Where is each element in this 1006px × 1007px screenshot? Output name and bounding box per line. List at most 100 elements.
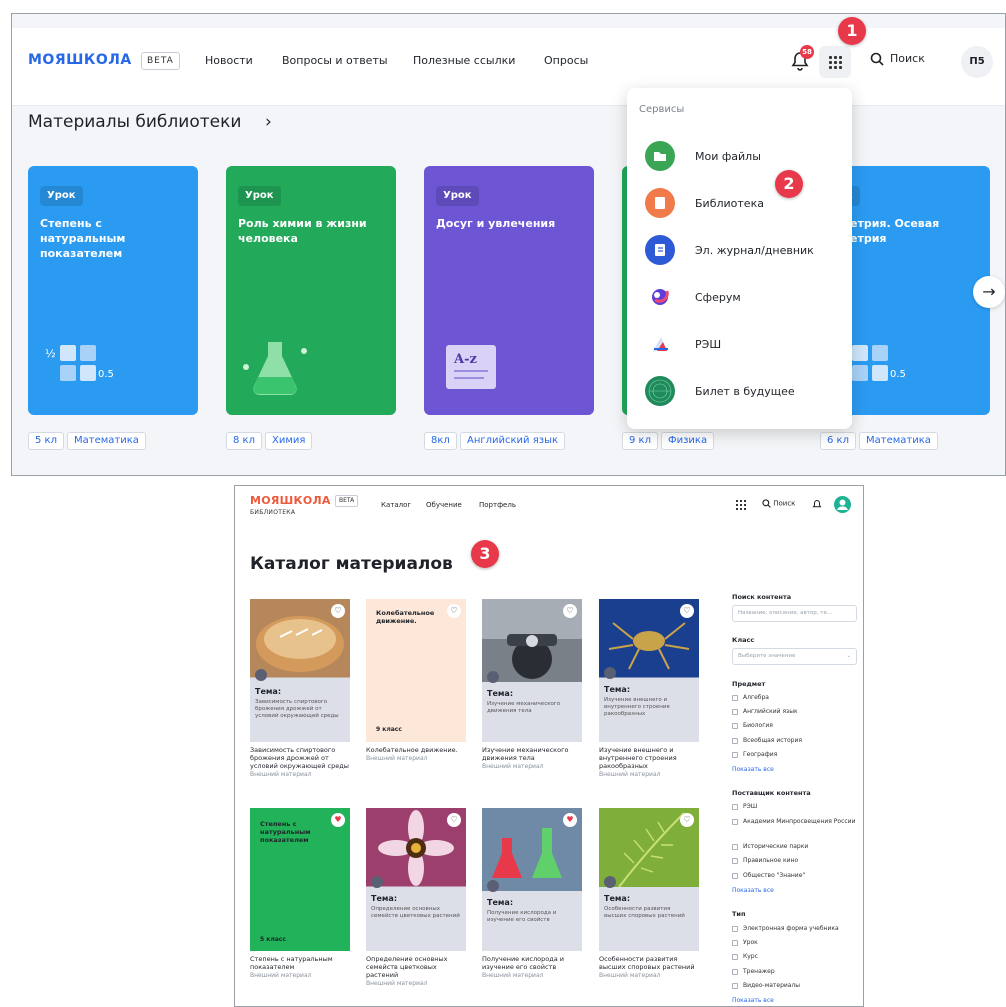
filter-option[interactable]: Алгебра xyxy=(732,694,769,701)
subject-chip[interactable]: Математика xyxy=(67,432,146,450)
bell-icon[interactable] xyxy=(812,499,822,510)
filter-option[interactable]: Тренажер xyxy=(732,968,775,975)
nav-faq[interactable]: Вопросы и ответы xyxy=(282,54,388,67)
services-grid-icon[interactable] xyxy=(736,500,746,510)
filter-option[interactable]: Всеобщая история xyxy=(732,737,802,744)
card-chemistry[interactable]: Урок Роль химии в жизни человека xyxy=(226,166,396,415)
checkbox[interactable] xyxy=(732,968,738,975)
subject-chip[interactable]: Физика xyxy=(661,432,715,450)
filter-option[interactable]: РЭШ xyxy=(732,803,757,810)
filter-option[interactable]: Английский язык xyxy=(732,708,798,715)
checkbox[interactable] xyxy=(732,953,738,960)
section-title[interactable]: Материалы библиотеки xyxy=(28,112,241,132)
grade-chip[interactable]: 8 кл xyxy=(226,432,262,450)
checkbox[interactable] xyxy=(732,737,738,744)
sferum-icon xyxy=(645,282,675,312)
services-grid-icon[interactable] xyxy=(819,46,851,78)
heart-icon[interactable]: ♡ xyxy=(563,604,577,618)
filter-option[interactable]: Правильное кино xyxy=(732,857,798,864)
subject-chip[interactable]: Химия xyxy=(265,432,313,450)
checkbox[interactable] xyxy=(732,722,738,729)
checkbox[interactable] xyxy=(732,857,738,864)
checkbox[interactable] xyxy=(732,694,738,701)
service-label: РЭШ xyxy=(695,338,722,351)
checkbox[interactable] xyxy=(732,818,738,825)
checkbox[interactable] xyxy=(732,925,738,932)
service-ticket[interactable]: Билет в будущее xyxy=(645,376,845,410)
card-title: Роль химии в жизни человека xyxy=(238,217,367,245)
filter-option[interactable]: География xyxy=(732,751,777,758)
subject-chip[interactable]: Математика xyxy=(859,432,938,450)
checkbox[interactable] xyxy=(732,803,738,810)
service-sferum[interactable]: Сферум xyxy=(645,282,845,316)
material-card[interactable]: Степень с натуральным показателем ♥ 5 кл… xyxy=(250,808,350,979)
heart-filled-icon[interactable]: ♥ xyxy=(331,813,345,827)
tile-title: Определение основных семейств цветковых … xyxy=(366,955,448,979)
nav-news[interactable]: Новости xyxy=(205,54,253,67)
service-my-files[interactable]: Мои файлы xyxy=(645,141,845,175)
class-select[interactable]: Выберите значение ⌄ xyxy=(732,648,857,665)
material-card[interactable]: Колебательное движение. ♡ 9 класс Колеба… xyxy=(366,599,466,762)
show-all-link[interactable]: Показать все xyxy=(732,887,774,894)
checkbox[interactable] xyxy=(732,751,738,758)
filter-option[interactable]: Видео-материалы xyxy=(732,982,800,989)
tile-title-box: Колебательное движение. xyxy=(376,609,435,625)
filter-option[interactable]: Курс xyxy=(732,953,758,960)
library-logo[interactable]: МОЯШКОЛА xyxy=(250,494,331,507)
heart-icon[interactable]: ♡ xyxy=(680,604,694,618)
filter-option[interactable]: Биология xyxy=(732,722,773,729)
logo[interactable]: МОЯШКОЛА xyxy=(28,52,132,68)
filter-option[interactable]: Электронная форма учебника xyxy=(732,925,839,932)
heart-icon[interactable]: ♡ xyxy=(447,813,461,827)
material-card[interactable]: ♡ Тема: Зависимость спиртового брожения … xyxy=(250,599,350,778)
search-button[interactable]: Поиск xyxy=(870,52,925,66)
content-search-input[interactable]: Название, описание, автор, те... xyxy=(732,605,857,622)
service-journal[interactable]: Эл. журнал/дневник xyxy=(645,235,845,269)
material-card[interactable]: ♡ Тема: Изучение механического движения … xyxy=(482,599,582,770)
nav-catalog[interactable]: Каталог xyxy=(381,501,411,509)
grade-chip[interactable]: 9 кл xyxy=(622,432,658,450)
material-card[interactable]: ♡ Тема: Особенности развития высших спор… xyxy=(599,808,699,979)
tile-topic-desc: Получение кислорода и изучение его свойс… xyxy=(487,910,557,923)
nav-polls[interactable]: Опросы xyxy=(544,54,588,67)
card-english[interactable]: Урок Досуг и увлечения A-z xyxy=(424,166,594,415)
checkbox[interactable] xyxy=(732,982,738,989)
nav-links[interactable]: Полезные ссылки xyxy=(413,54,515,67)
filter-option[interactable]: Исторические парки xyxy=(732,843,808,850)
service-resh[interactable]: РЭШ xyxy=(645,329,845,363)
heart-filled-icon[interactable]: ♥ xyxy=(563,813,577,827)
service-library[interactable]: Библиотека xyxy=(645,188,845,222)
heart-icon[interactable]: ♡ xyxy=(331,604,345,618)
tile-grade: 9 класс xyxy=(376,726,402,733)
material-card[interactable]: ♥ Тема: Получение кислорода и изучение е… xyxy=(482,808,582,979)
show-all-link[interactable]: Показать все xyxy=(732,766,774,773)
tile-topic-desc: Изучение механического движения тела xyxy=(487,701,561,714)
filter-option[interactable]: Общество "Знание" xyxy=(732,872,805,879)
filter-option[interactable]: Урок xyxy=(732,939,758,946)
material-type-icon xyxy=(487,880,499,892)
material-card[interactable]: ♡ Тема: Определение основных семейств цв… xyxy=(366,808,466,987)
chevron-right-icon[interactable]: › xyxy=(265,112,272,132)
heart-icon[interactable]: ♡ xyxy=(680,813,694,827)
profile-avatar-icon[interactable] xyxy=(834,496,851,513)
card-math[interactable]: Урок Степень с натуральным показателем ½… xyxy=(28,166,198,415)
grade-chip[interactable]: 8кл xyxy=(424,432,457,450)
avatar[interactable]: П5 xyxy=(961,46,993,78)
show-all-link[interactable]: Показать все xyxy=(732,997,774,1004)
filter-option[interactable]: Академия Минпросвещения России xyxy=(732,817,857,826)
tile-caption: Получение кислорода и изучение его свойс… xyxy=(482,955,582,980)
grade-chip[interactable]: 5 кл xyxy=(28,432,64,450)
material-image: Колебательное движение. ♡ 9 класс xyxy=(366,599,466,742)
arrow-right-icon[interactable]: → xyxy=(973,276,1005,308)
nav-learning[interactable]: Обучение xyxy=(426,501,462,509)
material-card[interactable]: ♡ Тема: Изучение внешнего и внутреннего … xyxy=(599,599,699,778)
nav-portfolio[interactable]: Портфель xyxy=(479,501,516,509)
search-button[interactable]: Поиск xyxy=(762,499,795,508)
checkbox[interactable] xyxy=(732,872,738,879)
checkbox[interactable] xyxy=(732,939,738,946)
grade-chip[interactable]: 6 кл xyxy=(820,432,856,450)
heart-icon[interactable]: ♡ xyxy=(447,604,461,618)
subject-chip[interactable]: Английский язык xyxy=(460,432,566,450)
checkbox[interactable] xyxy=(732,708,738,715)
checkbox[interactable] xyxy=(732,843,738,850)
